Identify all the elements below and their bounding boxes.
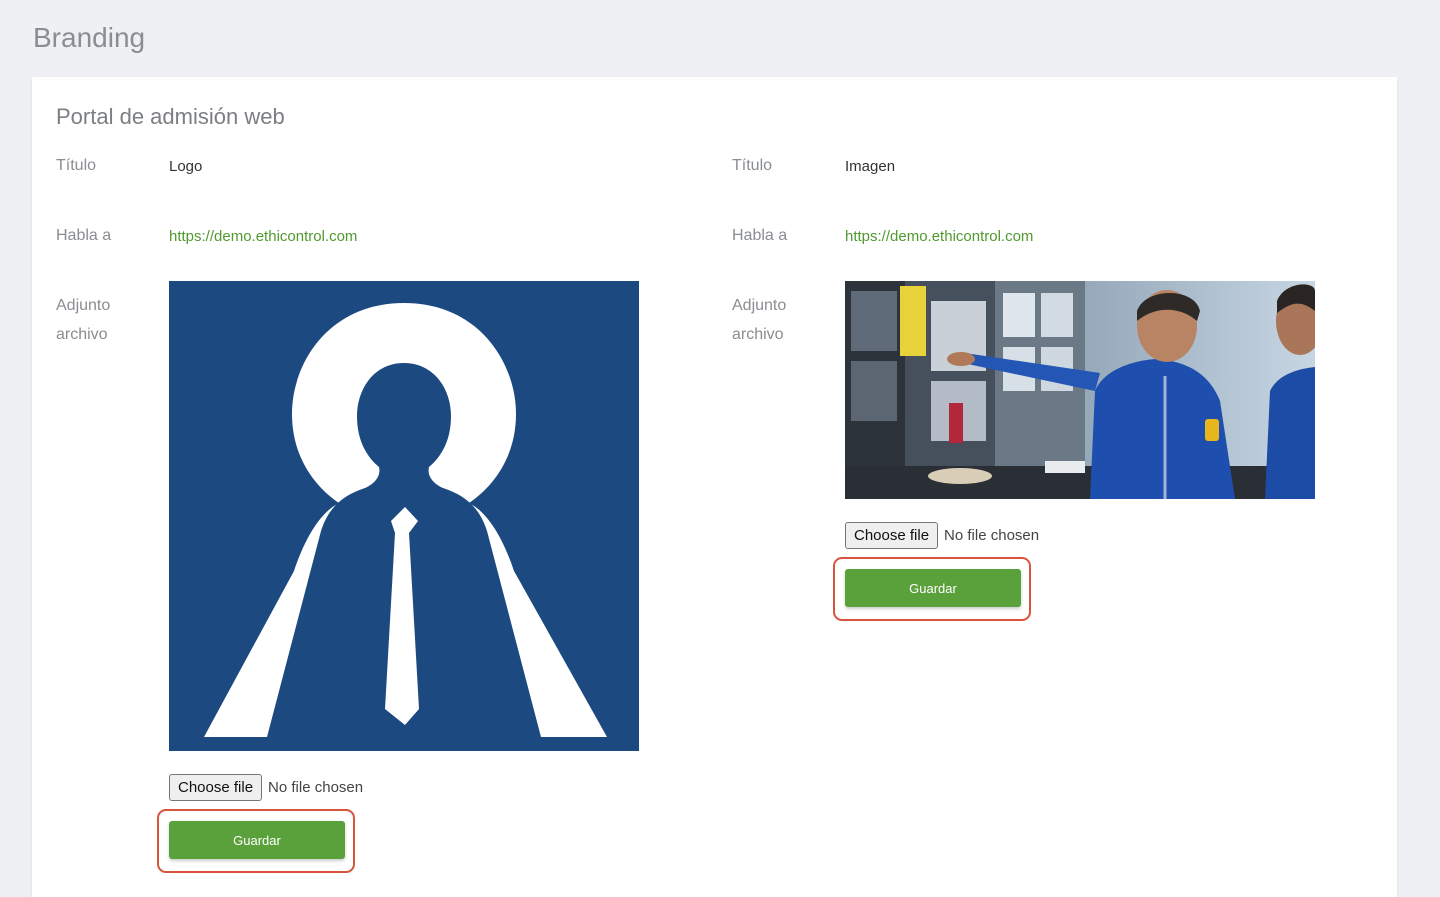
- file-status: No file chosen: [268, 779, 364, 796]
- control-room-photo-icon: [845, 281, 1315, 499]
- attach-label-2: archivo: [56, 326, 108, 343]
- speak-to-link[interactable]: https://demo.ethicontrol.com: [169, 222, 357, 252]
- attach-label-2: archivo: [732, 326, 784, 343]
- title-label: Título: [732, 157, 773, 174]
- image-file-input: Choose file No file chosen: [845, 522, 1039, 549]
- branding-card: Portal de admisión web Título Logo Habla…: [32, 77, 1397, 897]
- attach-label: Adjunto: [56, 297, 111, 314]
- title-label: Título: [56, 157, 97, 174]
- choose-file-button[interactable]: Choose file: [169, 774, 263, 801]
- page-title: Branding: [33, 22, 146, 53]
- attach-label: Adjunto: [732, 297, 787, 314]
- logo-panel: Título Logo Habla a https://demo.ethicon…: [56, 77, 716, 897]
- speak-to-label: Habla a: [732, 227, 788, 244]
- file-status: No file chosen: [944, 527, 1040, 544]
- save-highlight: Guardar: [157, 809, 355, 873]
- logo-file-input: Choose file No file chosen: [169, 774, 363, 801]
- save-button[interactable]: Guardar: [845, 569, 1021, 607]
- save-highlight: Guardar: [833, 557, 1031, 621]
- title-value: Imagen: [845, 158, 896, 175]
- image-panel: Título Imagen Habla a https://demo.ethic…: [732, 77, 1392, 897]
- speak-to-link[interactable]: https://demo.ethicontrol.com: [845, 222, 1033, 252]
- save-button[interactable]: Guardar: [169, 821, 345, 859]
- logo-image: [169, 281, 639, 751]
- choose-file-button[interactable]: Choose file: [845, 522, 939, 549]
- keyhole-person-logo-icon: [169, 281, 639, 751]
- banner-photo: [845, 281, 1315, 499]
- speak-to-label: Habla a: [56, 227, 112, 244]
- title-value: Logo: [169, 158, 203, 175]
